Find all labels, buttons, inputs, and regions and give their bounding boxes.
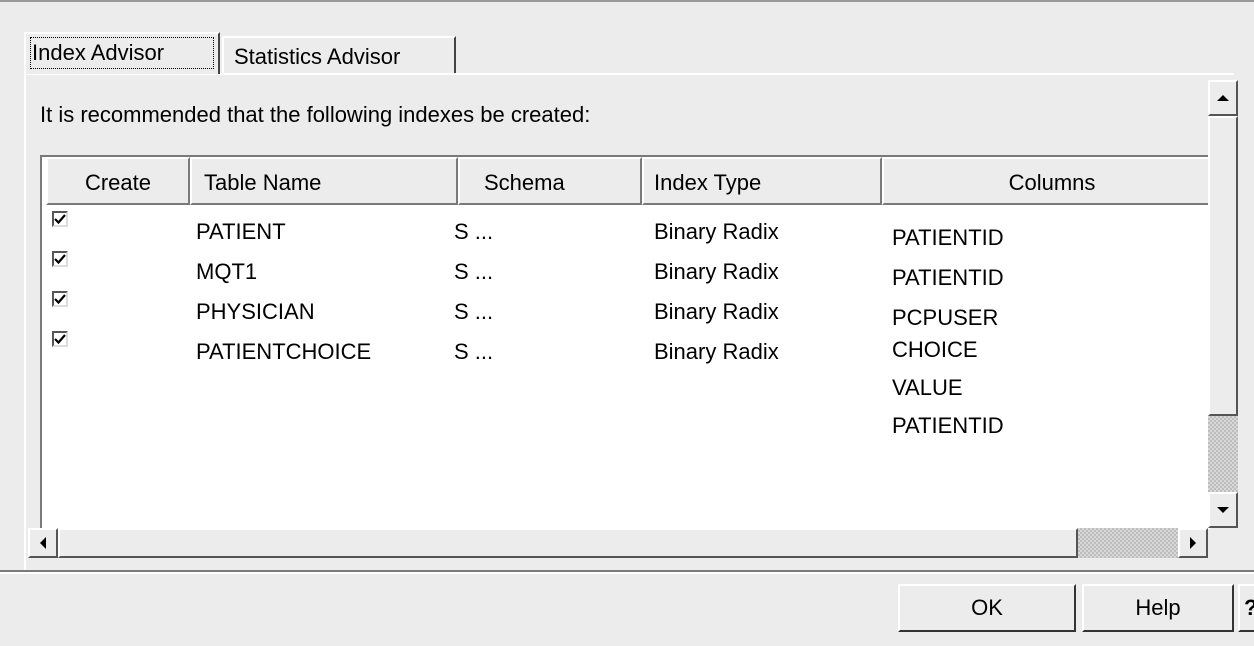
column-name: CHOICE	[892, 337, 978, 362]
footer-divider-light	[0, 572, 1254, 574]
create-checkbox[interactable]	[52, 291, 68, 307]
create-checkbox[interactable]	[52, 331, 68, 347]
checkmark-icon	[54, 294, 66, 305]
whats-this-button[interactable]: ?	[1238, 584, 1254, 632]
panel-border-left	[24, 73, 26, 573]
column-name: PATIENTID	[892, 413, 1004, 438]
column-header-schema[interactable]: Schema	[458, 157, 642, 205]
checkmark-icon	[54, 214, 66, 225]
index-advisor-dialog: Index Advisor Statistics Advisor It is r…	[0, 0, 1254, 646]
index-table: Create Table Name Schema Index Type Colu…	[40, 155, 1210, 529]
index-type-cell: Binary Radix	[654, 219, 779, 244]
schema-cell: S ...	[454, 219, 494, 244]
table-name-cell: MQT1	[196, 259, 258, 284]
recommendation-description: It is recommended that the following ind…	[40, 102, 591, 127]
scroll-up-button[interactable]	[1208, 80, 1238, 116]
table-name-cell: PATIENTCHOICE	[196, 339, 372, 364]
vertical-scroll-track[interactable]	[1208, 416, 1238, 492]
table-body: PATIENT S ... Binary Radix PATIENTID MQT…	[42, 205, 1210, 529]
tab-focus-outline	[30, 37, 214, 69]
index-type-cell: Binary Radix	[654, 299, 779, 324]
column-header-create[interactable]: Create	[46, 157, 190, 205]
scroll-down-button[interactable]	[1208, 492, 1238, 528]
create-checkbox[interactable]	[52, 211, 68, 227]
schema-cell: S ...	[454, 299, 494, 324]
column-header-table-name[interactable]: Table Name	[190, 157, 458, 205]
horizontal-scroll-track[interactable]	[1078, 528, 1178, 558]
create-checkbox[interactable]	[52, 251, 68, 267]
index-type-cell: Binary Radix	[654, 259, 779, 284]
tab-index-advisor[interactable]: Index Advisor	[24, 32, 220, 74]
column-name: PATIENTID	[892, 265, 1004, 290]
column-name: PATIENTID	[892, 225, 1004, 250]
column-name: VALUE	[892, 375, 963, 400]
horizontal-scroll-thumb[interactable]	[58, 528, 1078, 558]
table-name-cell: PHYSICIAN	[196, 299, 315, 324]
arrow-down-icon	[1217, 507, 1229, 513]
arrow-right-icon	[1190, 537, 1196, 549]
horizontal-scrollbar[interactable]	[28, 528, 1208, 558]
column-header-index-type[interactable]: Index Type	[642, 157, 882, 205]
top-divider	[0, 0, 1254, 2]
tab-statistics-advisor[interactable]: Statistics Advisor	[222, 36, 456, 74]
columns-cell: CHOICE VALUE PATIENTID	[892, 331, 1004, 445]
column-header-columns[interactable]: Columns	[882, 157, 1210, 205]
scroll-right-button[interactable]	[1178, 528, 1208, 558]
columns-cell: PATIENTID	[892, 259, 1004, 297]
arrow-left-icon	[40, 537, 46, 549]
checkmark-icon	[54, 334, 66, 345]
scroll-left-button[interactable]	[28, 528, 58, 558]
vertical-scroll-thumb[interactable]	[1208, 116, 1238, 416]
tab-statistics-advisor-label: Statistics Advisor	[234, 44, 401, 69]
schema-cell: S ...	[454, 339, 494, 364]
columns-cell: PATIENTID	[892, 219, 1004, 257]
checkmark-icon	[54, 254, 66, 265]
ok-button[interactable]: OK	[898, 584, 1076, 632]
index-type-cell: Binary Radix	[654, 339, 779, 364]
schema-cell: S ...	[454, 259, 494, 284]
table-name-cell: PATIENT	[196, 219, 286, 244]
help-button[interactable]: Help	[1082, 584, 1234, 632]
vertical-scrollbar[interactable]	[1208, 80, 1238, 528]
arrow-up-icon	[1217, 95, 1229, 101]
